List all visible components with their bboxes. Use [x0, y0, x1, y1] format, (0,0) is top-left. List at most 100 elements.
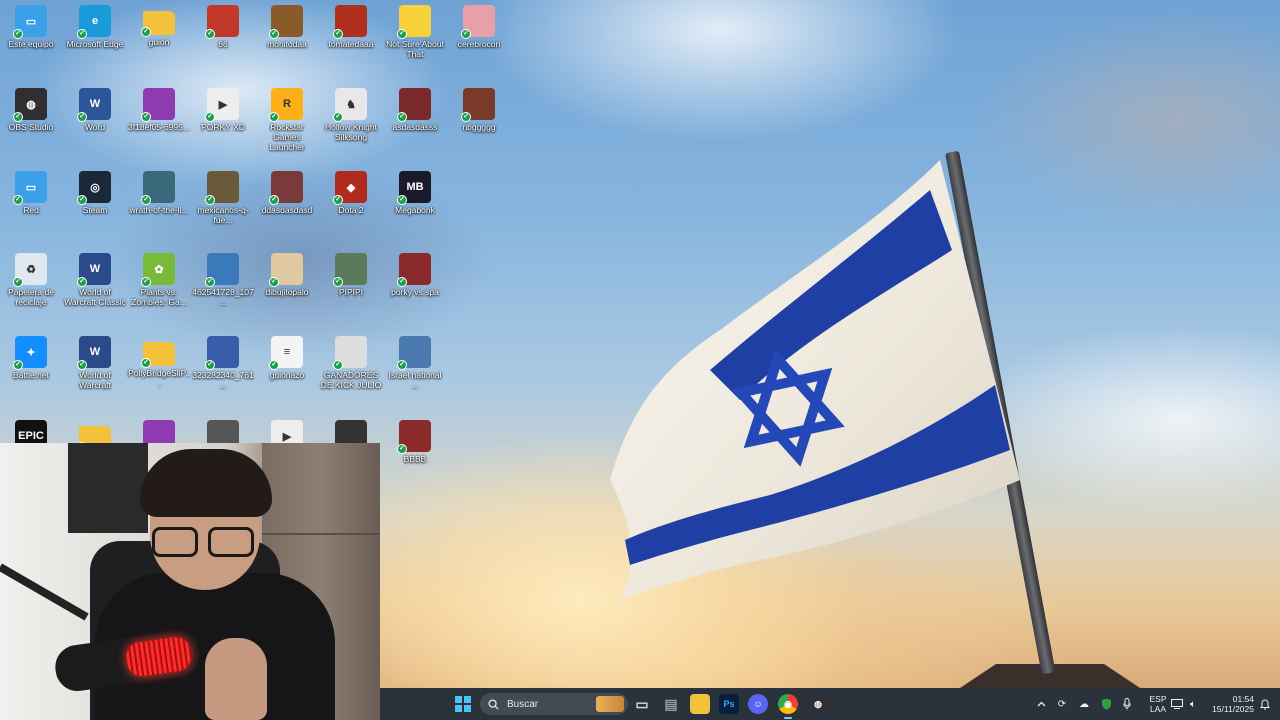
taskbar-clock[interactable]: 01:54 15/11/2025: [1202, 694, 1254, 714]
desktop-icon-pollybridgeslip[interactable]: ✓ PollyBridgeSliP...: [128, 336, 190, 388]
taskbar-app-task-view[interactable]: ▭: [632, 694, 652, 714]
desktop-icon-monitodaa[interactable]: ✓ monitodaa: [256, 5, 318, 49]
desktop-icon-plants-vs-zombies-ga[interactable]: ✿ ✓ Plants vs. Zombies: Ga...: [128, 253, 190, 307]
desktop-icon-asdasdasss[interactable]: ✓ asdasdasss: [384, 88, 446, 132]
desktop-icon-not-sure-about-that[interactable]: ✓ Not Sure About That: [384, 5, 446, 59]
desktop-icon-label: Not Sure About That: [386, 39, 444, 59]
image-file-icon: ✓: [205, 253, 239, 287]
desktop-icon-label: ddasdasdasd: [261, 205, 313, 215]
desktop-icon-red[interactable]: ▭ ✓ Red: [0, 171, 62, 215]
taskbar-app-photoshop[interactable]: Ps: [719, 694, 739, 714]
desktop-icon-label: Red: [23, 205, 39, 215]
desktop-icon-este-equipo[interactable]: ▭ ✓ Este equipo: [0, 5, 62, 49]
cloud-icon[interactable]: ☁: [1076, 688, 1092, 720]
sync-status-check-icon: ✓: [333, 29, 343, 39]
desktop-icon-ddasdasdasd[interactable]: ✓ ddasdasdasd: [256, 171, 318, 215]
desktop-icon-ganadores-de-kick-julio[interactable]: ✓ GANADORES DE KICK JULIO: [320, 336, 382, 390]
network-icon[interactable]: [1170, 688, 1184, 720]
sync-icon[interactable]: ⟳: [1054, 688, 1070, 720]
desktop-icon-dibujitopalo[interactable]: ✓ dibujitopalo: [256, 253, 318, 297]
steam-icon: ◎ ✓: [77, 171, 111, 205]
desktop-icon-cerebrocori[interactable]: ✓ cerebrocori: [448, 5, 510, 49]
mic-arm: [0, 563, 89, 621]
desktop-icon-battle-net[interactable]: ✦ ✓ Battle.net: [0, 336, 62, 380]
sync-status-check-icon: ✓: [269, 277, 279, 287]
desktop-icon-pipipi[interactable]: ✓ PIPIPI: [320, 253, 382, 297]
input-language-indicator[interactable]: ESP LAA: [1144, 694, 1172, 714]
taskbar-app-obs[interactable]: ◍: [808, 694, 828, 714]
taskbar-app-chrome[interactable]: ◉: [778, 694, 798, 719]
desktop-icon-porky-xd[interactable]: ▶ ✓ PORKY XD: [192, 88, 254, 132]
desktop-icon-porky-vs-spa[interactable]: ✓ porky vs spa: [384, 253, 446, 297]
desktop-icon-label: Microsoft Edge: [66, 39, 124, 49]
desktop-icon-steam[interactable]: ◎ ✓ Steam: [64, 171, 126, 215]
desktop-icon-mexicanos-q-fue[interactable]: ✓ mexicanos-q-fue...: [192, 171, 254, 225]
start-button[interactable]: [455, 696, 471, 712]
desktop-icon-3f18ef05-6995[interactable]: ✓ 3f18ef05-6995...: [128, 88, 190, 132]
desktop-icon-323282340-761[interactable]: ✓ 323282340_761...: [192, 336, 254, 390]
desktop-icon-label: PollyBridgeSliP...: [128, 368, 190, 388]
file-icon: ✓: [141, 88, 175, 122]
sync-status-check-icon: ✓: [141, 112, 151, 122]
desktop-icon-hollow-knight-silksong[interactable]: ♞ ✓ Hollow Knight Silksong: [320, 88, 382, 142]
desktop-icon-label: asdasdasss: [392, 122, 438, 132]
desktop-icon-word[interactable]: W ✓ Word: [64, 88, 126, 132]
sync-status-check-icon: ✓: [205, 195, 215, 205]
streamer-glasses: [152, 527, 256, 557]
folder-icon: ✓: [141, 342, 175, 368]
desktop-icon-israel-national[interactable]: ✓ Israel national ...: [384, 336, 446, 390]
image-file-icon: ✓: [397, 253, 431, 287]
desktop-icon-bbbb[interactable]: ✓ BBBB: [384, 420, 446, 464]
desktop-icon-wrath-of-the-li[interactable]: ✓ wrath-of-the-li...: [128, 171, 190, 215]
sync-status-check-icon: ✓: [13, 29, 23, 39]
taskbar-search-box[interactable]: Buscar: [480, 693, 628, 715]
desktop-icon-label: Rockstar Games Launcher: [269, 122, 305, 152]
desktop-icon-obs-studio[interactable]: ◍ ✓ OBS Studio: [0, 88, 62, 132]
desktop-icon-world-of-warcraft[interactable]: W ✓ World of Warcraft: [64, 336, 126, 390]
image-file-icon: ✓: [461, 88, 495, 122]
pvz-icon: ✿ ✓: [141, 253, 175, 287]
task-view-icon: ▭: [635, 695, 649, 712]
desktop-icon-label: nbggggg: [462, 122, 496, 132]
video-file-icon: ▶✓: [205, 88, 239, 122]
desktop-icon-66[interactable]: ✓ 66: [192, 5, 254, 49]
sync-status-check-icon: ✓: [13, 277, 23, 287]
taskbar-app-discord[interactable]: ☺: [748, 694, 768, 714]
desktop-icon-label: GANADORES DE KICK JULIO: [320, 370, 382, 390]
sync-status-check-icon: ✓: [205, 277, 215, 287]
taskbar-app-printer[interactable]: ▤: [661, 694, 681, 714]
desktop-icon-guion[interactable]: ✓ guion: [128, 5, 190, 47]
taskbar-app-file-explorer[interactable]: [690, 694, 710, 714]
desktop-icon-label: 323282340_761...: [192, 370, 254, 390]
desktop-icon-microsoft-edge[interactable]: e ✓ Microsoft Edge: [64, 5, 126, 49]
desktop-icon-label: Dota 2: [338, 205, 364, 215]
sync-status-check-icon: ✓: [461, 29, 471, 39]
sync-status-check-icon: ✓: [141, 27, 151, 37]
wow-icon: W ✓: [77, 336, 111, 370]
desktop-icon-megabonk[interactable]: MB ✓ Megabonk: [384, 171, 446, 215]
volume-icon[interactable]: 🔈︎: [1186, 688, 1200, 720]
desktop-icon-guionazo[interactable]: ≡ ✓ guionazo: [256, 336, 318, 380]
microphone-icon[interactable]: [1119, 688, 1135, 720]
desktop-icon-dota-2[interactable]: ◆ ✓ Dota 2: [320, 171, 382, 215]
desktop-icon-label: porky vs spa: [391, 287, 439, 297]
desktop-icon-rockstar-games-launcher[interactable]: R ✓ Rockstar Games Launcher: [256, 88, 318, 152]
sync-status-check-icon: ✓: [397, 444, 407, 454]
desktop-icon-papelera-de-reciclaje[interactable]: ♻ ✓ Papelera de reciclaje: [0, 253, 62, 307]
desktop-icon-tomatedaaa[interactable]: ✓ tomatedaaa: [320, 5, 382, 49]
israel-flag-image: [610, 160, 1020, 600]
desktop-icon-462541728-107[interactable]: ✓ 462541728_107...: [192, 253, 254, 307]
desktop-icon-nbggggg[interactable]: ✓ nbggggg: [448, 88, 510, 132]
streamer-hand: [205, 638, 267, 720]
desktop-icon-label: 462541728_107...: [192, 287, 254, 307]
show-hidden-icons-chevron-icon[interactable]: [1034, 688, 1048, 720]
search-placeholder: Buscar: [507, 698, 539, 710]
sync-status-check-icon: ✓: [461, 112, 471, 122]
desktop-icon-label: Battle.net: [13, 370, 49, 380]
image-file-icon: ✓: [333, 5, 367, 39]
notification-bell-icon[interactable]: [1258, 688, 1272, 720]
desktop-icon-world-of-warcraft-classic[interactable]: W ✓ World of Warcraft Classic: [64, 253, 126, 307]
dota-icon: ◆ ✓: [333, 171, 367, 205]
sync-status-check-icon: ✓: [333, 112, 343, 122]
security-shield-icon[interactable]: [1098, 688, 1114, 720]
